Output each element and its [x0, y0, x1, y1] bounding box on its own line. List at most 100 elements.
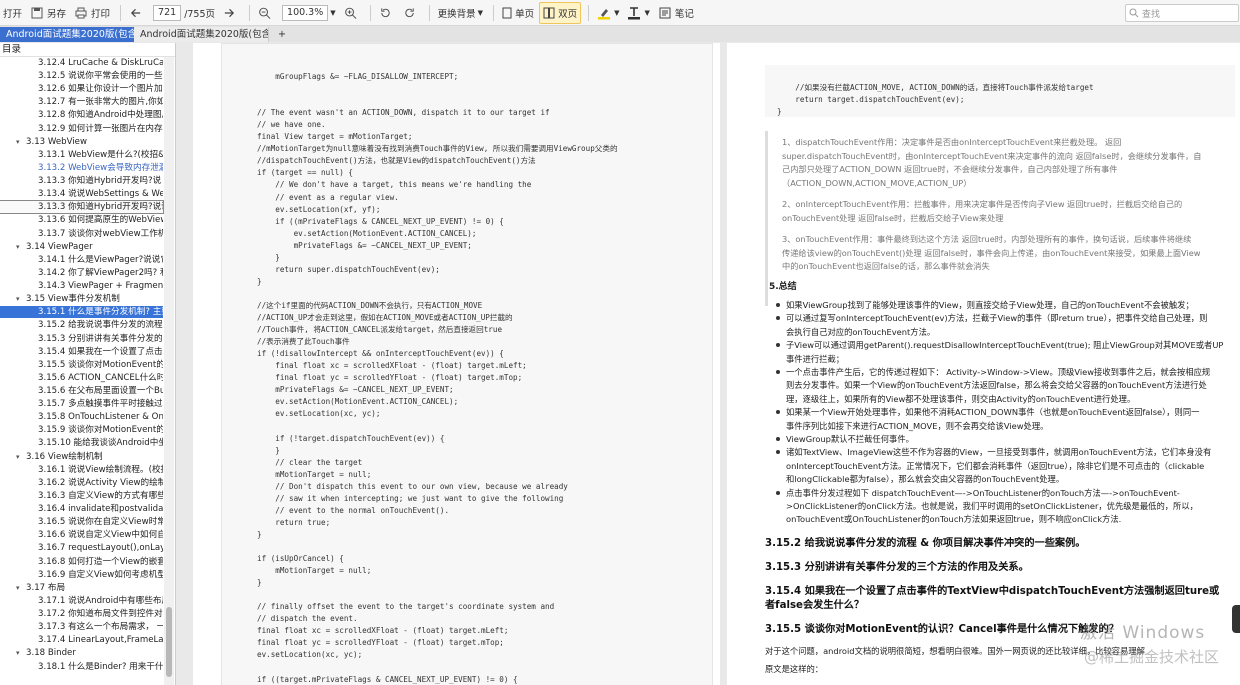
toc-label: 3.13 WebView	[26, 136, 87, 147]
expand-icon[interactable]: ▾	[16, 293, 20, 305]
toc-section[interactable]: ▾ 3.16 View绘制机制	[0, 451, 163, 463]
toc-item[interactable]: 3.17.3 有这么一个布局需求， 一个	[0, 621, 163, 633]
toc-item[interactable]: 3.12.6 如果让你设计一个图片加载	[0, 83, 163, 95]
toc-item[interactable]: 3.16.8 如何打造一个View的嵌套	[0, 556, 163, 568]
toc-section[interactable]: ▾ 3.18 Binder	[0, 647, 163, 659]
toc-section[interactable]: ▾ 3.17 布局	[0, 582, 163, 594]
search-input[interactable]: 查找	[1125, 4, 1239, 22]
rotate-right-button[interactable]	[400, 3, 422, 23]
toc-item[interactable]: 3.12.4 LruCache & DiskLruCach	[0, 57, 163, 69]
page-scroll-handle[interactable]	[1232, 605, 1240, 633]
toc-item[interactable]: 3.12.8 你知道Android中处理图片	[0, 109, 163, 121]
toc-item[interactable]: 3.13.6 如何提高原生的WebView	[0, 214, 163, 226]
toc-item[interactable]: 3.13.1 WebView是什么?(校招&	[0, 149, 163, 161]
toc-item[interactable]: 3.13.2 WebView会导致内存泄漏	[0, 162, 163, 174]
toc-item[interactable]: 3.15.8 OnTouchListener & OnTc	[0, 411, 163, 423]
toc-item[interactable]: 3.12.9 如何计算一张图片在内存中	[0, 123, 163, 135]
toc-item[interactable]: 3.15.9 谈谈你对MotionEvent的认	[0, 424, 163, 436]
expand-icon[interactable]: ▾	[16, 582, 20, 594]
double-page-button[interactable]: 双页	[539, 1, 582, 24]
toc-item[interactable]: 3.15.2 给我说说事件分发的流程 &	[0, 319, 163, 331]
toc-item[interactable]: 3.16.7 requestLayout(),onLayout	[0, 542, 163, 554]
tab-document-1[interactable]: Android面试题集2020版(包含语×	[0, 26, 134, 42]
toc-item[interactable]: 3.16.6 说说自定义View中如何自适	[0, 529, 163, 541]
toc-item[interactable]: 3.13.3 你知道Hybrid开发吗?说说	[0, 200, 164, 215]
toc-scrollbar[interactable]	[164, 57, 174, 685]
tab-document-2[interactable]: Android面试题集2020版(包含语×	[134, 26, 269, 42]
toc-section[interactable]: ▾ 3.15 View事件分发机制	[0, 293, 163, 305]
text-color-icon	[628, 6, 641, 19]
code-line: }	[257, 529, 262, 539]
toc-item[interactable]: 3.13.4 说说WebSettings & Web	[0, 188, 163, 200]
scrollbar-thumb[interactable]	[166, 607, 172, 677]
summary-line: 理，逐级往上，如果所有的View都不处理该事件，则交由Activity的onTo…	[786, 393, 1136, 404]
toc-item[interactable]: 3.13.3 你知道Hybrid开发吗?说	[0, 175, 163, 187]
toc-item[interactable]: 3.16.5 说说你在自定义View时常常	[0, 516, 163, 528]
print-button[interactable]: 打印	[71, 3, 113, 23]
prev-page-button[interactable]	[126, 3, 148, 23]
toc-item[interactable]: 3.16.9 自定义View如何考虑机型适	[0, 569, 163, 581]
page-left: mGroupFlags &= ~FLAG_DISALLOW_INTERCEPT;…	[193, 43, 720, 685]
expand-icon[interactable]: ▾	[16, 451, 20, 463]
toc-item[interactable]: 3.16.1 说说View绘制流程。(校招&	[0, 464, 163, 476]
toc-item[interactable]: 3.13.7 谈谈你对webView工作机	[0, 228, 163, 240]
toc-item[interactable]: 3.16.3 自定义View的方式有哪些?	[0, 490, 163, 502]
toc-item[interactable]: 3.18.1 什么是Binder? 用来干什么	[0, 661, 163, 673]
expand-icon[interactable]: ▾	[16, 136, 20, 148]
zoom-in-button[interactable]	[341, 3, 363, 23]
toc-item[interactable]: 3.14.2 你了解ViewPager2吗? 和	[0, 267, 163, 279]
zoom-out-button[interactable]	[255, 3, 277, 23]
expand-icon[interactable]: ▾	[16, 647, 20, 659]
toc-label: 3.14 ViewPager	[26, 241, 93, 252]
toc-item[interactable]: 3.15.10 能给我谈谈Android中坐标	[0, 437, 163, 449]
zoom-level[interactable]: 100.3% ▼	[279, 3, 339, 23]
summary-line: 如果某一个View开始处理事件，如果他不消耗ACTION_DOWN事件（也就是o…	[786, 407, 1200, 418]
toc-item[interactable]: 3.12.5 说说你平常会使用的一些第	[0, 70, 163, 82]
toc-item[interactable]: 3.15.6 ACTION_CANCEL什么时候	[0, 372, 163, 384]
zoom-value[interactable]: 100.3%	[282, 4, 329, 21]
toc-label: 3.17 布局	[26, 582, 66, 593]
code-line: if (!target.dispatchTouchEvent(ev)) {	[257, 433, 445, 443]
rotate-left-button[interactable]	[376, 3, 398, 23]
page-number-input[interactable]: 721	[153, 4, 182, 21]
toc-item[interactable]: 3.17.2 你知道布局文件到控件对象	[0, 608, 163, 620]
toc-item[interactable]: 3.16.4 invalidate和postvalidate的	[0, 503, 163, 515]
quote-line: super.dispatchTouchEvent时，由onInterceptTo…	[782, 150, 1202, 161]
bullet-icon	[776, 490, 780, 495]
toc-item[interactable]: 3.16.2 说说Activity View的绘制	[0, 477, 163, 489]
toc-item[interactable]: 3.17.4 LinearLayout,FrameLayou	[0, 634, 163, 646]
summary-line: onInterceptTouchEvent方法。正常情况下，它们都会消耗事件（返…	[786, 460, 1205, 471]
toc-item[interactable]: 3.14.3 ViewPager + Fragment组	[0, 280, 163, 292]
toc-item[interactable]: 3.15.4 如果我在一个设置了点击事	[0, 346, 163, 358]
toc-section[interactable]: ▾ 3.14 ViewPager	[0, 241, 163, 253]
toc-item[interactable]: 3.15.5 谈谈你对MotionEvent的认	[0, 359, 163, 371]
next-page-button[interactable]	[220, 3, 242, 23]
bullet-icon	[776, 437, 780, 441]
toc-label: 3.17.3 有这么一个布局需求， 一个	[38, 622, 163, 633]
notes-button[interactable]: 笔记	[655, 3, 697, 23]
highlight-button[interactable]: ▼	[594, 3, 622, 23]
single-page-button[interactable]: 单页	[499, 3, 537, 23]
open-button[interactable]: 打开	[0, 3, 25, 23]
background-button[interactable]: 更换背景 ▼	[435, 3, 486, 23]
save-as-button[interactable]: 另存	[27, 3, 69, 23]
notes-label: 笔记	[674, 8, 694, 20]
code-line: mMotionTarget = null;	[257, 469, 372, 479]
toc-item[interactable]: 3.14.1 什么是ViewPager?说说它	[0, 254, 163, 266]
toc-item[interactable]: 3.15.6 在父布局里面设置一个Bu	[0, 385, 163, 397]
code-line: //mMotionTarget为null意味着没有找到消费Touch事件的Vie…	[257, 144, 618, 154]
toc-item[interactable]: 3.15.1 什么是事件分发机制? 主要	[0, 306, 163, 319]
code-line: ev.setLocation(xc, yc);	[257, 409, 381, 419]
summary-line: 点击事件分发过程如下 dispatchTouchEvent—->OnTouchL…	[786, 487, 1180, 498]
code-line: if ((target.mPrivateFlags & CANCEL_NEXT_…	[257, 674, 518, 684]
toc-section[interactable]: ▾ 3.13 WebView	[0, 136, 163, 148]
toc-item[interactable]: 3.17.1 说说Android中有哪些布局	[0, 595, 163, 607]
toc-item[interactable]: 3.12.7 有一张非常大的图片,你如何	[0, 96, 163, 108]
code-line: // saw it when intercepting; we just wan…	[257, 493, 564, 503]
expand-icon[interactable]: ▾	[16, 241, 20, 253]
text-color-button[interactable]: ▼	[624, 3, 652, 23]
toc-item[interactable]: 3.15.3 分别讲讲有关事件分发的三	[0, 333, 163, 345]
new-tab-button[interactable]: +	[269, 27, 295, 42]
toc-item[interactable]: 3.15.7 多点触摸事件平时接触过吗	[0, 398, 163, 410]
code-line: ev.setAction(MotionEvent.ACTION_CANCEL);	[257, 397, 459, 407]
